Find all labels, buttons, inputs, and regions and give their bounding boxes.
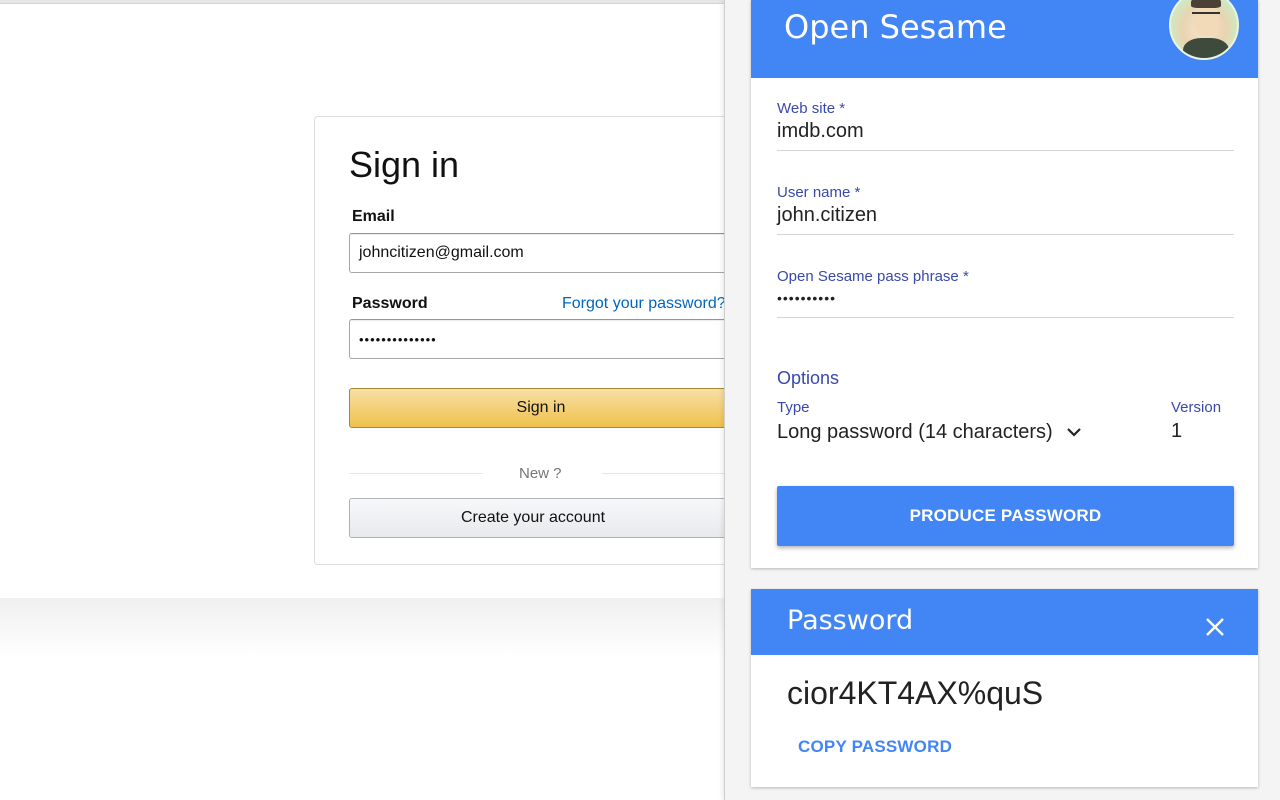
username-input[interactable]: john.citizen bbox=[777, 204, 877, 227]
signin-button[interactable]: Sign in bbox=[349, 388, 769, 428]
website-underline bbox=[777, 150, 1234, 151]
open-sesame-panel: Open Sesame Web site * imdb.com User nam… bbox=[724, 0, 1280, 800]
close-icon[interactable] bbox=[1203, 615, 1227, 639]
website-label: Web site * bbox=[777, 100, 846, 117]
chevron-down-icon[interactable] bbox=[1065, 423, 1083, 441]
type-select[interactable]: Long password (14 characters) bbox=[777, 418, 1083, 446]
page-footer-shade bbox=[0, 598, 724, 658]
passphrase-input[interactable]: •••••••••• bbox=[777, 290, 836, 306]
user-avatar[interactable] bbox=[1169, 0, 1239, 60]
produce-password-button[interactable]: PRODUCE PASSWORD bbox=[777, 486, 1234, 546]
generator-card: Open Sesame Web site * imdb.com User nam… bbox=[751, 0, 1258, 568]
passphrase-label: Open Sesame pass phrase * bbox=[777, 268, 969, 285]
avatar-hair bbox=[1191, 0, 1221, 8]
type-label: Type bbox=[777, 399, 810, 416]
divider-left bbox=[349, 473, 483, 474]
website-input[interactable]: imdb.com bbox=[777, 120, 864, 143]
passphrase-field[interactable]: Open Sesame pass phrase * •••••••••• bbox=[777, 268, 1234, 320]
email-label: Email bbox=[352, 208, 395, 225]
website-field[interactable]: Web site * imdb.com bbox=[777, 100, 1234, 152]
type-selected-value: Long password (14 characters) bbox=[777, 420, 1053, 443]
forgot-password-link[interactable]: Forgot your password? bbox=[562, 295, 726, 313]
password-header: Password bbox=[751, 589, 1258, 655]
version-label: Version bbox=[1171, 399, 1222, 416]
passphrase-underline bbox=[777, 317, 1234, 318]
username-underline bbox=[777, 234, 1234, 235]
app-title: Open Sesame bbox=[784, 8, 1007, 46]
password-label: Password bbox=[352, 295, 428, 312]
copy-password-button[interactable]: COPY PASSWORD bbox=[798, 737, 952, 757]
signin-card: Sign in Email johncitizen@gmail.com Pass… bbox=[314, 116, 769, 565]
signin-title: Sign in bbox=[349, 144, 460, 185]
avatar-shirt bbox=[1183, 38, 1229, 58]
create-account-button[interactable]: Create your account bbox=[349, 498, 769, 538]
username-label: User name * bbox=[777, 184, 861, 201]
password-input[interactable]: •••••••••••••• bbox=[349, 319, 769, 359]
options-heading: Options bbox=[777, 368, 840, 388]
avatar-glasses bbox=[1192, 12, 1220, 18]
generated-password: cior4KT4AX%quS bbox=[787, 675, 1044, 711]
email-input[interactable]: johncitizen@gmail.com bbox=[349, 233, 769, 273]
version-input[interactable]: 1 bbox=[1171, 420, 1182, 443]
generator-header: Open Sesame bbox=[751, 0, 1258, 78]
new-customer-text: New ? bbox=[519, 465, 562, 482]
password-title: Password bbox=[787, 605, 914, 636]
password-result-card: Password cior4KT4AX%quS COPY PASSWORD bbox=[751, 589, 1258, 787]
username-field[interactable]: User name * john.citizen bbox=[777, 184, 1234, 236]
